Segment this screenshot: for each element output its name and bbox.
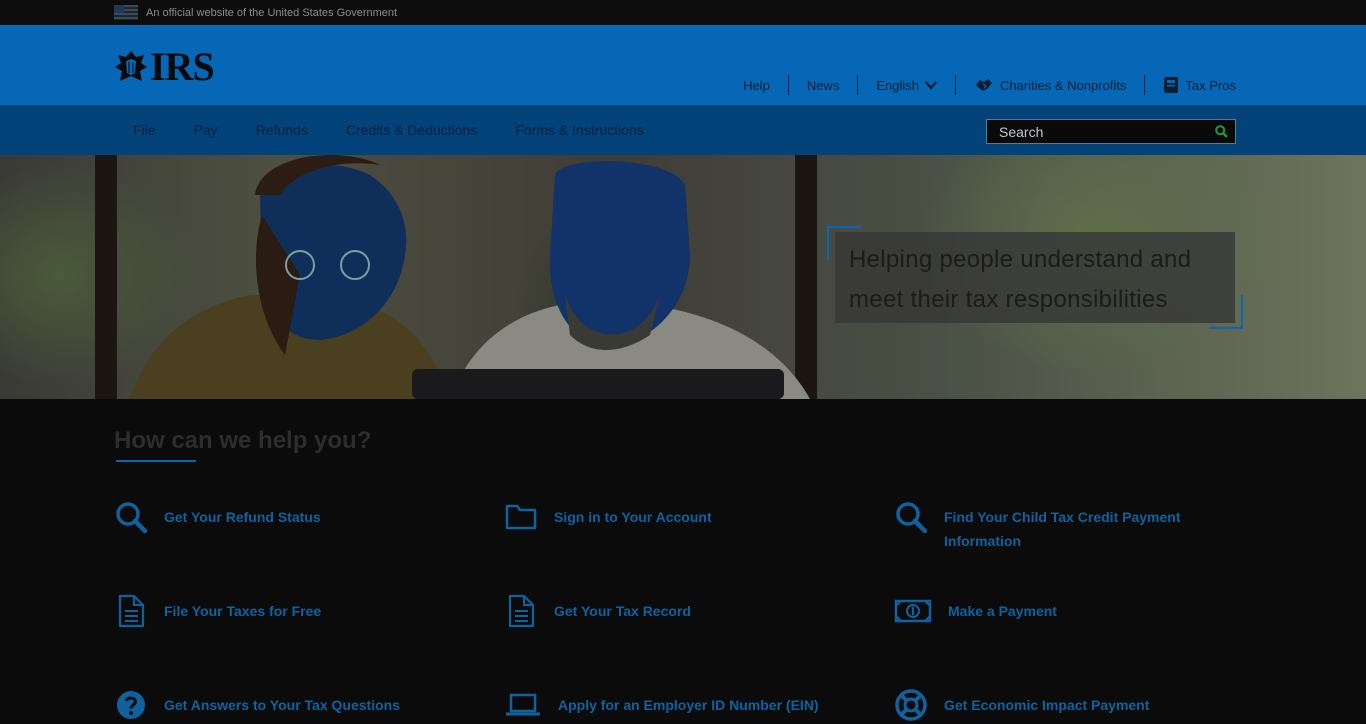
us-flag-icon: [114, 5, 138, 20]
caption-corner-accent: [1209, 295, 1243, 329]
search-button[interactable]: [1207, 120, 1235, 143]
tax-pros-link[interactable]: Tax Pros: [1145, 76, 1236, 94]
title-underline: [116, 460, 196, 462]
site-header: IRS Help News English Charities & Nonpro…: [0, 25, 1366, 105]
hero-caption: Helping people understand and meet their…: [827, 226, 1243, 329]
charities-link[interactable]: Charities & Nonprofits: [956, 76, 1144, 94]
task-label: Sign in to Your Account: [554, 509, 712, 525]
news-link-label: News: [806, 77, 840, 93]
eagle-icon: [115, 51, 147, 81]
folder-icon: [504, 500, 538, 534]
nav-item-forms-instructions[interactable]: Forms & Instructions: [496, 122, 662, 138]
search-icon: [1214, 125, 1228, 138]
task-label: Get Your Tax Record: [554, 603, 691, 619]
task-label-line-2: Information: [944, 533, 1021, 549]
nav-item-file[interactable]: File: [114, 122, 175, 138]
news-link[interactable]: News: [789, 78, 858, 93]
task-label: File Your Taxes for Free: [164, 603, 322, 619]
task-label: Get Answers to Your Tax Questions: [164, 697, 400, 713]
irs-logo[interactable]: IRS: [114, 44, 215, 89]
task-tax-record[interactable]: Get Your Tax Record: [504, 594, 691, 628]
question-icon: [114, 688, 148, 722]
hero-banner: Helping people understand and meet their…: [0, 155, 1366, 399]
search-box: [986, 119, 1236, 144]
language-dropdown[interactable]: English: [858, 78, 955, 93]
task-tax-questions[interactable]: Get Answers to Your Tax Questions: [114, 688, 400, 722]
laptop-icon: [504, 688, 542, 722]
nav-item-pay[interactable]: Pay: [175, 122, 237, 138]
help-link[interactable]: Help: [743, 78, 788, 93]
search-input[interactable]: [987, 120, 1207, 143]
hero-caption-line-1: Helping people understand and: [849, 246, 1192, 273]
lifebuoy-icon: [894, 688, 928, 722]
utility-nav: Help News English Charities & Nonprofits: [743, 75, 1236, 95]
task-apply-ein[interactable]: Apply for an Employer ID Number (EIN): [504, 688, 819, 722]
language-label: English: [876, 77, 919, 93]
document-icon: [504, 594, 538, 628]
task-sign-in[interactable]: Sign in to Your Account: [504, 500, 712, 534]
help-section: How can we help you? Get Your Refund Sta…: [0, 399, 1366, 724]
nav-item-refunds[interactable]: Refunds: [237, 122, 327, 138]
caption-corner-accent: [827, 226, 861, 260]
chevron-down-icon: [925, 80, 937, 90]
task-label: Find Your Child Tax Credit Payment: [944, 509, 1181, 525]
gov-banner-text: An official website of the United States…: [146, 6, 398, 19]
handshake-icon: [975, 79, 992, 91]
charities-link-label: Charities & Nonprofits: [999, 77, 1127, 93]
task-label: Make a Payment: [948, 603, 1057, 619]
task-file-free[interactable]: File Your Taxes for Free: [114, 594, 321, 628]
task-economic-impact-payment[interactable]: Get Economic Impact Payment: [894, 688, 1149, 722]
gov-banner: An official website of the United States…: [0, 0, 1366, 25]
logo-text: IRS: [150, 44, 215, 89]
search-icon: [114, 500, 148, 534]
section-title: How can we help you?: [114, 427, 372, 454]
tax-pros-link-label: Tax Pros: [1185, 77, 1236, 93]
document-icon: [114, 594, 148, 628]
id-card-icon: [1164, 77, 1179, 93]
task-label: Get Economic Impact Payment: [944, 697, 1150, 713]
task-label: Apply for an Employer ID Number (EIN): [558, 697, 819, 713]
help-link-label: Help: [743, 77, 770, 93]
task-label: Get Your Refund Status: [164, 509, 321, 525]
search-icon: [894, 500, 928, 534]
hero-caption-line-2: meet their tax responsibilities: [849, 286, 1168, 313]
task-refund-status[interactable]: Get Your Refund Status: [114, 500, 321, 534]
task-child-tax-credit[interactable]: Find Your Child Tax Credit Payment Infor…: [894, 500, 1180, 553]
money-icon: [894, 594, 932, 628]
nav-item-credits-deductions[interactable]: Credits & Deductions: [327, 122, 497, 138]
task-make-payment[interactable]: Make a Payment: [894, 594, 1057, 628]
main-nav: File Pay Refunds Credits & Deductions Fo…: [0, 105, 1366, 155]
